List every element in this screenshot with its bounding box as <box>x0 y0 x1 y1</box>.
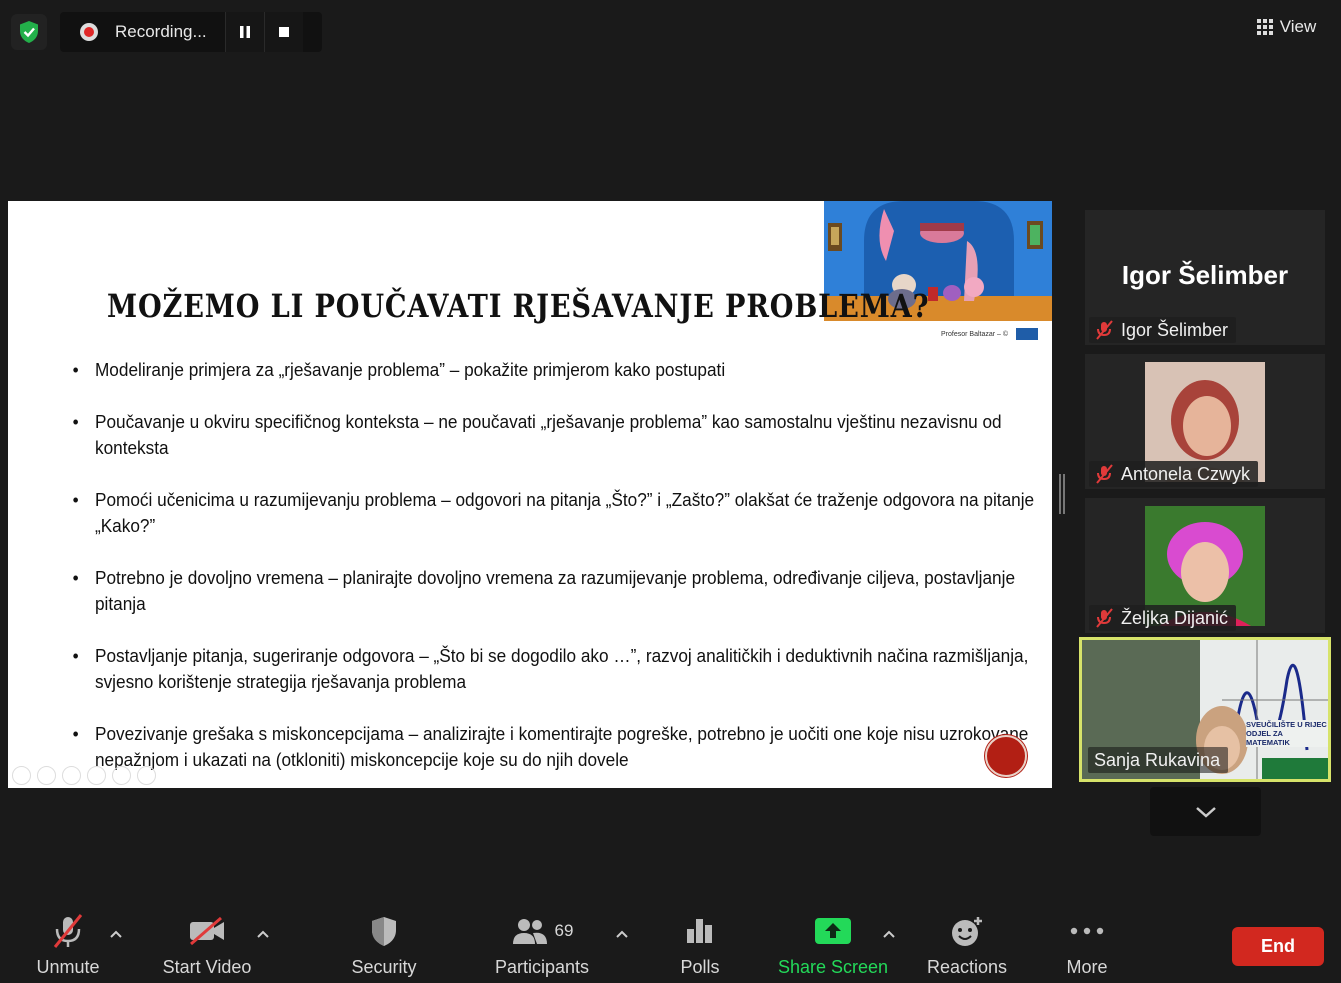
security-shield-icon <box>372 917 396 946</box>
bullet-item: Povezivanje grešaka s miskoncepcijama – … <box>68 721 1052 773</box>
polls-button[interactable]: Polls <box>676 905 724 978</box>
slide-title: MOŽEMO LI POUČAVATI RJEŠAVANJE PROBLEMA? <box>107 287 930 325</box>
participant-name-label: Igor Šelimber <box>1089 317 1237 343</box>
participant-name-label: Antonela Czwyk <box>1089 461 1259 487</box>
more-dots-icon <box>1070 927 1104 935</box>
slide-action-button[interactable] <box>985 735 1027 777</box>
active-speaker-tile[interactable]: SVEUČILIŠTE U RIJEC ODJEL ZA MATEMATIK S… <box>1079 637 1331 782</box>
bullet-item: Pomoći učenicima u razumijevanju problem… <box>68 487 1052 539</box>
video-off-icon <box>190 916 224 946</box>
pause-icon <box>240 26 250 38</box>
participant-tile[interactable]: Igor Šelimber Igor Šelimber <box>1085 210 1325 345</box>
stop-recording-button[interactable] <box>264 12 303 52</box>
recording-label: Recording... <box>115 22 207 41</box>
image-credit: Profesor Baltazar – © <box>941 328 1038 340</box>
banner-text: SVEUČILIŠTE U RIJEC ODJEL ZA MATEMATIK <box>1246 720 1328 747</box>
pen-icon[interactable] <box>62 766 81 785</box>
stop-icon <box>279 27 289 37</box>
participants-button[interactable]: 69 Participants <box>492 905 592 978</box>
recording-bar: Recording... <box>60 12 322 52</box>
muted-mic-icon <box>1096 464 1113 484</box>
start-video-button[interactable]: Start Video <box>158 905 256 978</box>
bullet-item: Postavljanje pitanja, sugeriranje odgovo… <box>68 643 1052 695</box>
zoom-icon[interactable] <box>112 766 131 785</box>
participant-display-name: Igor Šelimber <box>1121 260 1289 290</box>
meeting-toolbar: Unmute Start Video Security 69 Participa… <box>0 905 1341 983</box>
chevron-up-icon <box>616 930 628 938</box>
video-options-caret[interactable] <box>255 927 271 941</box>
end-meeting-button[interactable]: End <box>1232 927 1324 966</box>
grid-icon <box>1256 19 1273 35</box>
participant-tile[interactable]: Željka Dijanić <box>1085 498 1325 633</box>
bullet-item: Poučavanje u okviru specifičnog kontekst… <box>68 409 1052 461</box>
audio-options-caret[interactable] <box>108 927 124 941</box>
muted-mic-icon <box>1096 320 1113 340</box>
slide-navigation-tools <box>12 766 156 785</box>
bullet-item: Potrebno je dovoljno vremena – planirajt… <box>68 565 1052 617</box>
prev-slide-icon[interactable] <box>12 766 31 785</box>
more-options-icon[interactable] <box>137 766 156 785</box>
muted-mic-icon <box>53 914 83 948</box>
slides-icon[interactable] <box>87 766 106 785</box>
unmute-button[interactable]: Unmute <box>34 905 102 978</box>
chevron-down-icon <box>1195 806 1216 818</box>
chevron-up-icon <box>110 930 122 938</box>
share-screen-button[interactable]: Share Screen <box>778 905 888 978</box>
share-screen-icon <box>815 918 851 944</box>
split-divider-handle[interactable] <box>1059 474 1065 514</box>
more-button[interactable]: More <box>1062 905 1112 978</box>
participants-count: 69 <box>554 921 574 940</box>
participant-tile[interactable]: Antonela Czwyk <box>1085 354 1325 489</box>
show-more-participants-button[interactable] <box>1150 787 1261 836</box>
muted-mic-icon <box>1096 608 1113 628</box>
participant-name-label: Sanja Rukavina <box>1088 747 1229 773</box>
chevron-up-icon <box>883 930 895 938</box>
participants-icon <box>512 919 547 944</box>
security-button[interactable]: Security <box>348 905 420 978</box>
share-options-caret[interactable] <box>881 927 897 941</box>
encryption-shield-icon[interactable] <box>11 14 47 50</box>
bullet-list: Modeliranje primjera za „rješavanje prob… <box>68 357 1034 788</box>
next-slide-icon[interactable] <box>37 766 56 785</box>
shared-screen-slide: Profesor Baltazar – © MOŽEMO LI POUČAVAT… <box>8 201 1052 788</box>
reactions-button[interactable]: Reactions <box>926 905 1008 978</box>
participant-name-label: Željka Dijanić <box>1089 605 1237 631</box>
reactions-icon <box>952 917 982 946</box>
participants-options-caret[interactable] <box>614 927 630 941</box>
polls-icon <box>687 919 712 943</box>
recording-icon <box>80 23 98 41</box>
bullet-item: Modeliranje primjera za „rješavanje prob… <box>68 357 1052 383</box>
view-label: View <box>1279 17 1317 36</box>
chevron-up-icon <box>257 930 269 938</box>
pause-recording-button[interactable] <box>225 12 264 52</box>
view-button[interactable]: View <box>1245 10 1327 44</box>
